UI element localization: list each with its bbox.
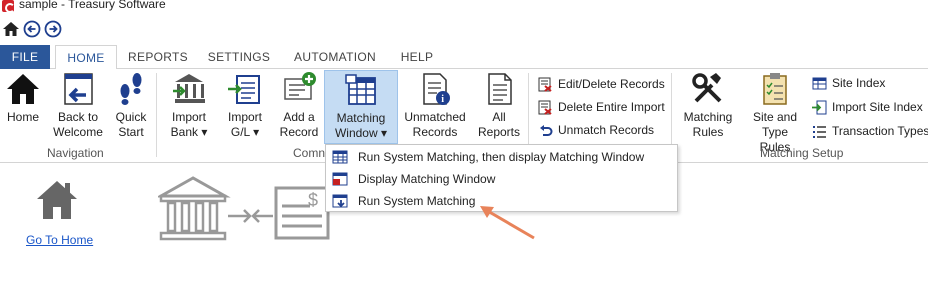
group-separator: [156, 73, 157, 157]
tab-help[interactable]: HELP: [394, 45, 440, 69]
unmatched-line2: Records: [412, 125, 458, 139]
bank-import-icon: [173, 74, 205, 103]
matching-rules-button[interactable]: Matching Rules: [679, 71, 737, 140]
back-label-line2: Welcome: [53, 125, 103, 139]
import-bank-button[interactable]: Import Bank ▾: [166, 71, 212, 140]
matching-window-button[interactable]: Matching Window ▾: [324, 70, 398, 144]
unmatch-label: Unmatch Records: [558, 123, 655, 137]
matching-grid-icon: [345, 74, 376, 105]
import-gl-line2: G/L ▾: [230, 125, 260, 139]
unmatched-records-button[interactable]: i Unmatched Records: [402, 71, 468, 140]
menu-item-label: Display Matching Window: [358, 172, 496, 186]
menu-item-display-matching-window[interactable]: Display Matching Window: [326, 168, 677, 190]
tab-automation[interactable]: AUTOMATION: [290, 45, 380, 69]
tab-file[interactable]: FILE: [0, 45, 50, 69]
site-index-label: Site Index: [832, 76, 886, 90]
site-index-button[interactable]: Site Index: [810, 73, 885, 93]
go-to-home-link[interactable]: Go To Home: [26, 233, 93, 247]
tab-settings[interactable]: SETTINGS: [205, 45, 273, 69]
group-label-navigation: Navigation: [47, 146, 104, 160]
ledger-import-icon: [228, 75, 260, 104]
tab-home[interactable]: HOME: [55, 45, 117, 70]
add-record-line2: Record: [279, 125, 319, 139]
clipboard-checklist-icon: [763, 73, 787, 105]
back-window-icon: [64, 73, 93, 105]
home-button[interactable]: Home: [3, 71, 43, 125]
annotation-arrow-icon: [480, 206, 535, 240]
transaction-types-button[interactable]: Transaction Types: [810, 121, 928, 141]
unmatched-line1: Unmatched: [404, 110, 466, 124]
edit-delete-records-button[interactable]: Edit/Delete Records: [536, 74, 665, 94]
home-icon: [7, 74, 39, 104]
quick-access-toolbar: [0, 18, 928, 40]
quick-start-button[interactable]: Quick Start: [111, 71, 151, 140]
grid-arrow-icon: [332, 194, 348, 208]
quick-label-line1: Quick: [115, 110, 147, 124]
menu-item-label: Run System Matching: [358, 194, 476, 208]
undo-arrow-icon: [540, 125, 553, 136]
home-icon[interactable]: [2, 20, 20, 38]
all-reports-button[interactable]: All Reports: [476, 71, 522, 140]
transaction-types-label: Transaction Types: [832, 124, 928, 138]
unmatched-document-icon: i: [423, 73, 450, 105]
import-bank-line1: Import: [171, 110, 206, 124]
matching-window-line2: Window ▾: [334, 126, 388, 140]
import-arrow-icon: [812, 100, 827, 115]
tab-reports[interactable]: REPORTS: [124, 45, 192, 69]
edit-delete-label: Edit/Delete Records: [558, 77, 665, 91]
site-type-line1: Site and: [752, 110, 798, 124]
edit-delete-icon: [538, 77, 552, 92]
matching-rules-line1: Matching: [683, 110, 733, 124]
add-record-line1: Add a: [283, 110, 315, 124]
menu-item-run-matching-then-display[interactable]: Run System Matching, then display Matchi…: [326, 146, 677, 168]
menu-item-label: Run System Matching, then display Matchi…: [358, 150, 645, 164]
grid-display-icon: [332, 172, 348, 186]
matching-window-line1: Matching: [336, 111, 386, 125]
group-label-common: Comn: [293, 146, 326, 160]
app-logo-icon: [2, 0, 15, 13]
svg-text:i: i: [441, 94, 444, 105]
ribbon-tabs: FILE HOME REPORTS SETTINGS AUTOMATION HE…: [0, 45, 928, 70]
add-record-button[interactable]: Add a Record: [276, 71, 322, 140]
import-site-label: Import Site Index: [832, 100, 923, 114]
delete-import-label: Delete Entire Import: [558, 100, 665, 114]
list-icon: [813, 126, 826, 138]
footsteps-icon: [120, 73, 142, 105]
all-reports-line1: All: [492, 110, 506, 124]
import-site-index-button[interactable]: Import Site Index: [810, 97, 923, 117]
back-arrow-icon[interactable]: [23, 20, 41, 38]
home-icon[interactable]: [35, 179, 79, 221]
home-label: Home: [6, 110, 39, 124]
bank-to-ledger-graphic-icon: $: [158, 176, 330, 241]
unmatch-records-button[interactable]: Unmatch Records: [536, 120, 654, 140]
back-label-line1: Back to: [57, 110, 99, 124]
import-gl-button[interactable]: Import G/L ▾: [222, 71, 268, 140]
grid-icon: [812, 77, 827, 90]
reports-document-icon: [488, 73, 512, 105]
svg-text:$: $: [308, 190, 318, 210]
group-label-matching-setup: Matching Setup: [760, 146, 844, 160]
quick-label-line2: Start: [118, 125, 144, 139]
import-gl-line1: Import: [227, 110, 262, 124]
all-reports-line2: Reports: [477, 125, 521, 139]
tools-icon: [692, 73, 722, 103]
grid-run-icon: [332, 150, 348, 164]
import-bank-line2: Bank ▾: [170, 125, 208, 139]
title-bar: sample - Treasury Software: [0, 0, 928, 14]
back-to-welcome-button[interactable]: Back to Welcome: [50, 71, 106, 140]
forward-arrow-icon[interactable]: [44, 20, 62, 38]
window-title: sample - Treasury Software: [19, 0, 166, 11]
site-type-rules-button[interactable]: Site and Type Rules: [745, 71, 805, 155]
delete-entire-import-button[interactable]: Delete Entire Import: [536, 97, 665, 117]
delete-import-icon: [538, 100, 552, 115]
matching-rules-line2: Rules: [692, 125, 724, 139]
add-record-icon: [284, 72, 316, 100]
